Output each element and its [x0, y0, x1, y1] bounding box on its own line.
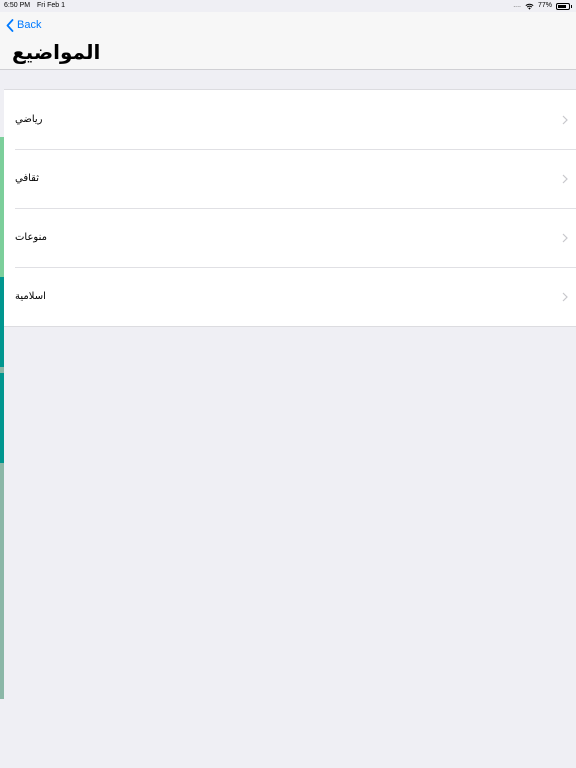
chevron-right-icon	[562, 292, 568, 301]
topics-list: رياضي ثقافي منوعات اسلامية	[4, 89, 576, 327]
list-item-islamic[interactable]: اسلامية	[4, 267, 576, 326]
status-time: 6:50 PM	[4, 2, 31, 9]
status-bar: 6:50 PM Fri Feb 1 .... 77%	[0, 0, 576, 12]
page-title: المواضيع	[12, 42, 101, 64]
status-date: Fri Feb 1	[37, 2, 66, 9]
list-item-label: اسلامية	[15, 291, 46, 302]
chevron-right-icon	[562, 233, 568, 242]
list-item-label: ثقافي	[15, 173, 40, 184]
chevron-right-icon	[562, 115, 568, 124]
battery-percent: 77%	[537, 2, 552, 9]
signal-dots: ....	[513, 2, 521, 9]
chevron-left-icon	[6, 18, 14, 32]
battery-icon	[556, 2, 572, 10]
chevron-right-icon	[562, 174, 568, 183]
back-button[interactable]: Back	[6, 17, 41, 33]
list-item-miscellaneous[interactable]: منوعات	[4, 208, 576, 267]
back-label: Back	[17, 19, 42, 31]
list-item-cultural[interactable]: ثقافي	[4, 149, 576, 208]
wifi-icon	[525, 3, 534, 10]
list-item-sports[interactable]: رياضي	[4, 90, 576, 149]
navigation-bar: Back المواضيع	[0, 12, 576, 70]
list-item-label: رياضي	[15, 114, 43, 125]
list-item-label: منوعات	[15, 232, 47, 243]
